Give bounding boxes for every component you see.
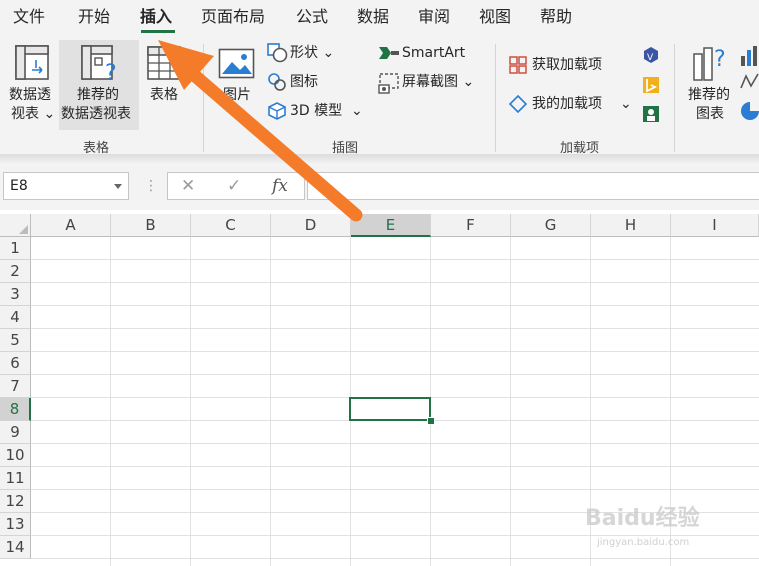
watermark-url: jingyan.baidu.com (597, 537, 690, 548)
annotation-arrow (158, 40, 363, 222)
watermark-logo: Baidu经验 (585, 506, 700, 531)
